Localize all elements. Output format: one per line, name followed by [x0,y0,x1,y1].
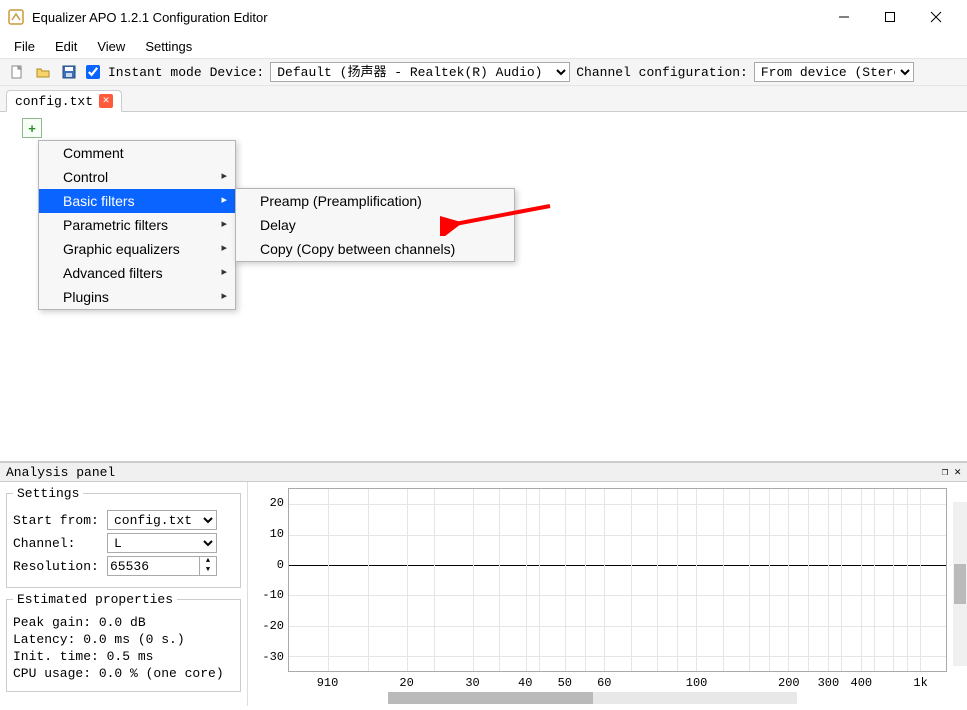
toolbar: Instant mode Device: Default (扬声器 - Real… [0,58,967,86]
app-icon [8,9,24,25]
new-file-icon[interactable] [6,61,28,83]
minimize-button[interactable] [821,2,867,32]
estimated-legend: Estimated properties [13,592,177,607]
add-filter-menu: Comment Control Basic filters Parametric… [38,140,236,310]
save-file-icon[interactable] [58,61,80,83]
init-time-value: Init. time: 0.5 ms [13,649,234,664]
tab-close-icon[interactable]: ✕ [99,94,113,108]
resolution-spinner[interactable]: ▲▼ [199,556,217,576]
x-tick: 300 [818,676,840,690]
close-button[interactable] [913,2,959,32]
channel-config-label: Channel configuration: [576,65,748,80]
start-from-label: Start from: [13,513,103,528]
y-tick: -10 [256,588,284,602]
channel-select[interactable]: L [107,533,217,553]
x-tick: 1k [913,676,927,690]
tab-label: config.txt [15,94,93,109]
resolution-label: Resolution: [13,559,103,574]
analysis-close-icon[interactable]: ✕ [954,465,961,479]
resolution-input[interactable] [107,556,199,576]
analysis-chart: -30 -20 -10 0 10 20 910 20 30 40 50 60 100 200 300 400 1… [248,482,967,706]
menu-file[interactable]: File [6,37,43,56]
x-tick: 20 [399,676,413,690]
channel-label: Channel: [13,536,103,551]
analysis-settings: Settings Start from: config.txt Channel:… [0,482,248,706]
menubar: File Edit View Settings [0,34,967,58]
settings-legend: Settings [13,486,83,501]
x-tick: 60 [597,676,611,690]
x-tick: 30 [465,676,479,690]
peak-gain-value: Peak gain: 0.0 dB [13,615,234,630]
menu-view[interactable]: View [89,37,133,56]
analysis-undock-icon[interactable]: ❐ [942,465,949,479]
x-tick: 400 [851,676,873,690]
maximize-button[interactable] [867,2,913,32]
open-file-icon[interactable] [32,61,54,83]
menu-item-parametric-filters[interactable]: Parametric filters [39,213,235,237]
x-tick: 910 [317,676,339,690]
y-tick: 20 [256,496,284,510]
instant-mode-checkbox[interactable] [86,65,100,79]
device-select[interactable]: Default (扬声器 - Realtek(R) Audio) [270,62,570,82]
file-tab[interactable]: config.txt ✕ [6,90,122,112]
analysis-panel: Settings Start from: config.txt Channel:… [0,482,967,706]
add-filter-button[interactable]: + [22,118,42,138]
analysis-panel-header: Analysis panel ❐ ✕ [0,462,967,482]
x-tick: 40 [518,676,532,690]
y-tick: -20 [256,619,284,633]
latency-value: Latency: 0.0 ms (0 s.) [13,632,234,647]
menu-item-graphic-equalizers[interactable]: Graphic equalizers [39,237,235,261]
menu-settings[interactable]: Settings [137,37,200,56]
titlebar: Equalizer APO 1.2.1 Configuration Editor [0,0,967,34]
tabbar: config.txt ✕ [0,86,967,112]
menu-edit[interactable]: Edit [47,37,85,56]
menu-item-plugins[interactable]: Plugins [39,285,235,309]
chart-horizontal-scrollbar[interactable] [388,692,797,704]
start-from-select[interactable]: config.txt [107,510,217,530]
menu-item-advanced-filters[interactable]: Advanced filters [39,261,235,285]
x-tick: 100 [686,676,708,690]
menu-item-control[interactable]: Control [39,165,235,189]
y-tick: 10 [256,527,284,541]
annotation-arrow [440,196,560,239]
x-tick: 50 [558,676,572,690]
device-label: Device: [210,65,265,80]
instant-mode-label: Instant mode [108,65,202,80]
cpu-usage-value: CPU usage: 0.0 % (one core) [13,666,234,681]
x-tick: 200 [778,676,800,690]
y-tick: 0 [256,558,284,572]
editor-area: + Comment Control Basic filters Parametr… [0,112,967,462]
y-tick: -30 [256,650,284,664]
analysis-panel-title: Analysis panel [6,465,115,480]
submenu-item-copy[interactable]: Copy (Copy between channels) [236,237,514,261]
menu-item-basic-filters[interactable]: Basic filters [39,189,235,213]
chart-vertical-scrollbar[interactable] [953,502,967,666]
window-title: Equalizer APO 1.2.1 Configuration Editor [32,10,821,25]
channel-config-select[interactable]: From device (Stereo [754,62,914,82]
menu-item-comment[interactable]: Comment [39,141,235,165]
